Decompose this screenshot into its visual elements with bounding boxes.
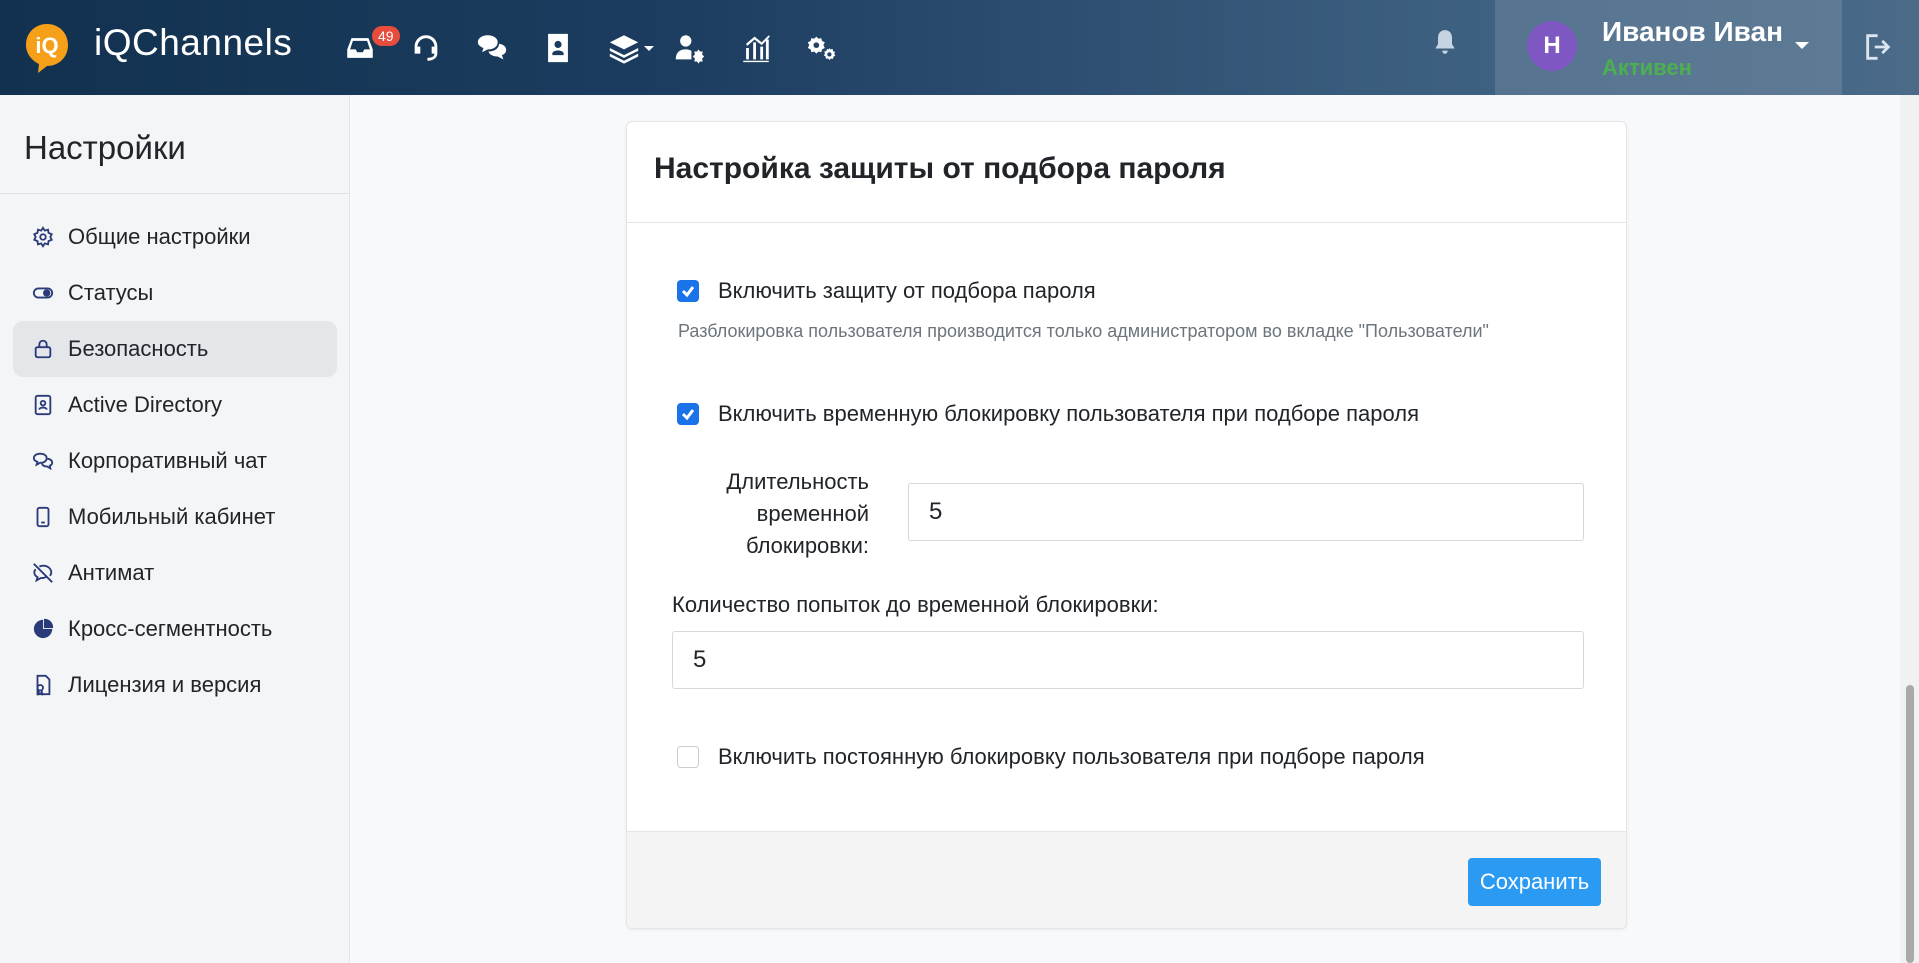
notifications-bell-icon[interactable] [1432, 28, 1464, 60]
pie-chart-icon [31, 617, 55, 641]
layers-icon[interactable] [604, 28, 654, 68]
user-menu[interactable]: Н Иванов Иван Активен [1495, 0, 1842, 95]
settings-icon[interactable] [802, 28, 842, 68]
sidebar-item-antimat[interactable]: Антимат [13, 545, 337, 601]
settings-sidebar: Настройки Общие настройки Статусы Безопа… [0, 95, 350, 963]
sidebar-item-label: Active Directory [68, 392, 223, 417]
no-comment-icon [31, 561, 55, 585]
attempts-label: Количество попыток до временной блокиров… [672, 592, 1159, 617]
chat-icon[interactable] [472, 28, 512, 68]
brand-name[interactable]: iQChannels [94, 22, 292, 64]
duration-label: Длительность временной блокировки: [726, 469, 869, 558]
sidebar-item-active-directory[interactable]: Active Directory [13, 377, 337, 433]
unlock-help-text: Разблокировка пользователя производится … [678, 321, 1489, 341]
iq-logo-icon[interactable]: iQ [24, 22, 70, 74]
card-header: Настройка защиты от подбора пароля [627, 122, 1626, 223]
divider [0, 193, 350, 194]
settings-menu: Общие настройки Статусы Безопасность Act… [13, 209, 337, 713]
id-card-icon [31, 393, 55, 417]
inbox-icon[interactable]: 49 [340, 26, 400, 68]
sidebar-item-label: Статусы [68, 280, 154, 305]
password-protection-card: Настройка защиты от подбора пароля Включ… [626, 121, 1627, 929]
chevron-down-icon [644, 46, 654, 51]
save-button[interactable]: Сохранить [1468, 858, 1601, 906]
sidebar-title: Настройки [24, 129, 186, 166]
chevron-down-icon [1795, 42, 1809, 49]
users-gear-icon[interactable] [670, 28, 710, 68]
gear-icon [31, 225, 55, 249]
lock-icon [31, 337, 55, 361]
analytics-icon[interactable] [736, 28, 776, 68]
sidebar-item-label: Безопасность [68, 336, 209, 361]
license-icon [31, 673, 55, 697]
enable-protection-checkbox-row[interactable]: Включить защиту от подбора пароля [677, 278, 1096, 304]
svg-text:iQ: iQ [35, 33, 58, 58]
sidebar-item-cross-segment[interactable]: Кросс-сегментность [13, 601, 337, 657]
enable-protection-checkbox[interactable] [677, 280, 699, 302]
sidebar-item-label: Кросс-сегментность [68, 616, 273, 641]
headset-icon[interactable] [406, 28, 446, 68]
sidebar-item-label: Антимат [68, 560, 155, 585]
attempts-input[interactable] [672, 631, 1584, 689]
comments-icon [31, 449, 55, 473]
card-footer: Сохранить [627, 831, 1626, 928]
toggle-icon [31, 281, 55, 305]
avatar: Н [1527, 21, 1577, 71]
scrollbar-thumb[interactable] [1906, 685, 1914, 963]
logout-icon[interactable] [1862, 30, 1898, 66]
temp-block-checkbox[interactable] [677, 403, 699, 425]
sidebar-item-label: Мобильный кабинет [68, 504, 276, 529]
perm-block-checkbox-row[interactable]: Включить постоянную блокировку пользоват… [677, 744, 1425, 770]
enable-protection-label: Включить защиту от подбора пароля [718, 278, 1096, 303]
sidebar-item-label: Лицензия и версия [68, 672, 262, 697]
duration-input[interactable] [908, 483, 1584, 541]
contacts-icon[interactable] [538, 28, 578, 68]
sidebar-item-mobile-cabinet[interactable]: Мобильный кабинет [13, 489, 337, 545]
perm-block-label: Включить постоянную блокировку пользоват… [718, 744, 1425, 769]
temp-block-label: Включить временную блокировку пользовате… [718, 401, 1420, 426]
sidebar-item-security[interactable]: Безопасность [13, 321, 337, 377]
perm-block-checkbox[interactable] [677, 746, 699, 768]
temp-block-checkbox-row[interactable]: Включить временную блокировку пользовате… [677, 401, 1419, 427]
inbox-badge: 49 [372, 26, 400, 46]
user-status: Активен [1602, 55, 1692, 80]
card-title: Настройка защиты от подбора пароля [654, 152, 1226, 185]
sidebar-item-license-version[interactable]: Лицензия и версия [13, 657, 337, 713]
sidebar-item-general[interactable]: Общие настройки [13, 209, 337, 265]
sidebar-item-label: Корпоративный чат [68, 448, 268, 473]
sidebar-item-statuses[interactable]: Статусы [13, 265, 337, 321]
main-nav: 49 [340, 24, 868, 72]
mobile-icon [31, 505, 55, 529]
sidebar-item-label: Общие настройки [68, 224, 251, 249]
user-name: Иванов Иван [1602, 16, 1784, 47]
sidebar-item-corporate-chat[interactable]: Корпоративный чат [13, 433, 337, 489]
top-navbar: iQ iQChannels 49 Н Иванов Иван Активен [0, 0, 1919, 95]
